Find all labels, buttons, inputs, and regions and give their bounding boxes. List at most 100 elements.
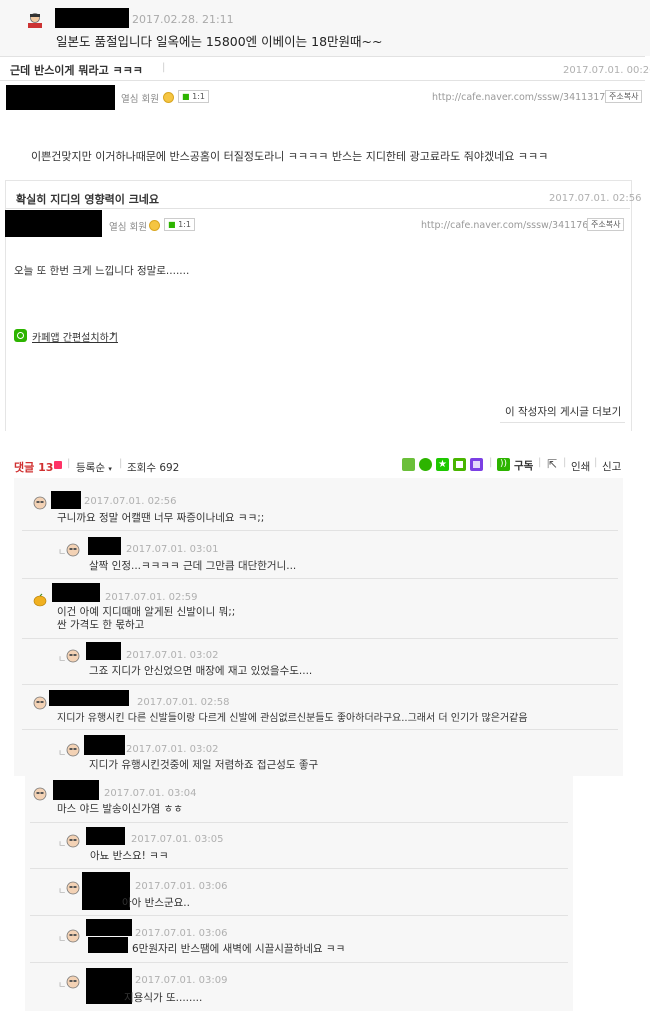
comments-label: 댓글 13 bbox=[14, 461, 54, 474]
comment-text: 구니까요 정말 어캘땐 너무 짜증이나네요 ㅋㅋ;; bbox=[57, 512, 265, 524]
comment-text: 지용식가 또........ bbox=[124, 992, 203, 1004]
redacted-username bbox=[52, 583, 100, 602]
comments-count: 13 bbox=[38, 461, 54, 474]
copy-url-button[interactable]: 주소복사 bbox=[605, 90, 643, 103]
bar-separator: | bbox=[594, 457, 598, 468]
comment-date: 2017.07.01. 02:58 bbox=[137, 697, 230, 708]
post1-date: 2017.07.01. 00:26 bbox=[563, 65, 650, 76]
user-avatar-icon bbox=[66, 542, 80, 557]
comment-text: 그죠 지디가 안신었으면 매장에 재고 있었을수도.... bbox=[89, 665, 313, 677]
comment-text: 6만원자리 반스땜에 새벽에 시끌시끌하네요 ㅋㅋ bbox=[132, 943, 346, 955]
post1-url[interactable]: http://cafe.naver.com/sssw/3411317 bbox=[432, 92, 605, 103]
divider bbox=[0, 80, 645, 81]
view-count: 조회수 692 bbox=[127, 462, 180, 474]
copy-url-button[interactable]: 주소복사 bbox=[587, 218, 625, 231]
user-avatar-icon bbox=[66, 648, 80, 663]
redacted-username bbox=[55, 8, 129, 28]
post2-url[interactable]: http://cafe.naver.com/sssw/3411762 bbox=[421, 220, 594, 231]
divider bbox=[0, 56, 645, 57]
member-level-label: 열심 회원 bbox=[109, 222, 147, 233]
divider bbox=[6, 208, 630, 209]
title-separator: | bbox=[162, 62, 166, 73]
redacted-author bbox=[5, 210, 102, 237]
cafe-share-icon[interactable] bbox=[419, 458, 432, 471]
arrow-right-icon: ▸ bbox=[112, 329, 117, 338]
redacted-username bbox=[84, 735, 125, 755]
user-avatar-icon bbox=[66, 928, 80, 943]
member-level-icon bbox=[149, 220, 160, 231]
user-avatar-icon bbox=[33, 495, 47, 510]
divider bbox=[22, 638, 618, 639]
comment-text: 마스 야드 발송이신가염 ㅎㅎ bbox=[57, 803, 183, 815]
bar-separator: | bbox=[67, 458, 71, 469]
comment-date: 2017.07.01. 03:02 bbox=[126, 744, 219, 755]
bookmark-star-icon[interactable]: ★ bbox=[436, 458, 449, 471]
talk-1-1-button[interactable]: ■ 1:1 bbox=[178, 90, 209, 103]
member-level-icon bbox=[163, 92, 174, 103]
post2-title: 확실히 지디의 영향력이 크네요 bbox=[16, 193, 160, 206]
divider bbox=[30, 915, 568, 916]
memo-share-icon[interactable] bbox=[453, 458, 466, 471]
redacted-username bbox=[88, 937, 128, 953]
redacted-username bbox=[88, 537, 121, 555]
comment-date: 2017.07.01. 02:59 bbox=[105, 592, 198, 603]
divider bbox=[22, 729, 618, 730]
cafe-app-icon bbox=[14, 329, 27, 342]
top-post-text: 일본도 품절입니다 일옥에는 15800엔 이베이는 18만원때~~ bbox=[56, 34, 383, 49]
comment-date: 2017.07.01. 03:04 bbox=[104, 788, 197, 799]
caret-down-icon: ▾ bbox=[108, 465, 112, 473]
post2-body: 오늘 또 한번 크게 느낍니다 정말로....... bbox=[14, 265, 190, 277]
redacted-username bbox=[86, 919, 132, 936]
bar-separator: | bbox=[538, 457, 542, 468]
band-share-icon[interactable] bbox=[470, 458, 483, 471]
user-avatar-icon bbox=[66, 833, 80, 848]
lemon-avatar-icon bbox=[33, 592, 47, 607]
comment-date: 2017.07.01. 03:02 bbox=[126, 650, 219, 661]
report-button[interactable]: 신고 bbox=[602, 459, 621, 474]
sheet-gap-right bbox=[573, 776, 650, 1018]
user-avatar-icon bbox=[66, 974, 80, 989]
comment-text: 살짝 인정...ㅋㅋㅋㅋ 근데 그만큼 대단한거니... bbox=[89, 560, 297, 572]
subscribe-button[interactable]: 구독 bbox=[514, 458, 533, 473]
blog-share-icon[interactable] bbox=[402, 458, 415, 471]
post1-body: 이쁜건맞지만 이거하나때문에 반스공홈이 터질정도라니 ㅋㅋㅋㅋ 반스는 지디한… bbox=[31, 150, 549, 163]
redacted-author bbox=[6, 85, 115, 110]
sort-dropdown[interactable]: 등록순 ▾ bbox=[76, 460, 112, 475]
comment-text: 지디가 유행시킨 다른 신발들이랑 다르게 신발에 관심없르신분들도 좋아하더라… bbox=[57, 713, 528, 724]
share-icon[interactable]: ⇱ bbox=[547, 457, 557, 471]
print-button[interactable]: 인쇄 bbox=[571, 459, 590, 474]
chat-bubble-icon: ■ bbox=[168, 220, 176, 229]
comment-date: 2017.07.01. 03:09 bbox=[135, 975, 228, 986]
rss-icon: )) bbox=[497, 458, 510, 471]
top-post-date: 2017.02.28. 21:11 bbox=[132, 13, 234, 26]
redacted-username bbox=[86, 827, 125, 845]
user-avatar-icon bbox=[66, 880, 80, 895]
talk-1-1-button[interactable]: ■ 1:1 bbox=[164, 218, 195, 231]
divider bbox=[22, 684, 618, 685]
comment-text-line2: 싼 가격도 한 몫하고 bbox=[57, 619, 145, 631]
user-avatar-icon bbox=[33, 786, 47, 801]
divider bbox=[30, 868, 568, 869]
comment-text: 아아 반스군요.. bbox=[122, 897, 190, 909]
comment-date: 2017.07.01. 03:05 bbox=[131, 834, 224, 845]
comment-text: 지디가 유행시킨것중에 제일 저렴하죠 접근성도 좋구 bbox=[89, 759, 319, 771]
redacted-username bbox=[86, 642, 121, 660]
top-post-avatar-icon bbox=[25, 11, 45, 31]
redacted-username bbox=[49, 690, 129, 706]
member-level-label: 열심 회원 bbox=[121, 94, 159, 105]
redacted-username bbox=[51, 491, 81, 509]
divider bbox=[500, 422, 625, 423]
chat-bubble-icon: ■ bbox=[182, 92, 190, 101]
divider bbox=[22, 530, 618, 531]
comment-date: 2017.07.01. 03:06 bbox=[135, 928, 228, 939]
more-posts-button[interactable]: 이 작성자의 게시글 더보기 bbox=[505, 404, 621, 419]
divider bbox=[30, 822, 568, 823]
comment-text: 아뇨 반스요! ㅋㅋ bbox=[90, 850, 169, 862]
new-badge-icon bbox=[54, 461, 62, 469]
user-avatar-icon bbox=[66, 742, 80, 757]
bar-separator: | bbox=[489, 457, 493, 468]
redacted-username bbox=[53, 780, 99, 800]
bar-separator: | bbox=[119, 458, 123, 469]
cafe-app-install-link[interactable]: 카페앱 간편설치하기 bbox=[32, 329, 118, 344]
comment-date: 2017.07.01. 03:06 bbox=[135, 881, 228, 892]
